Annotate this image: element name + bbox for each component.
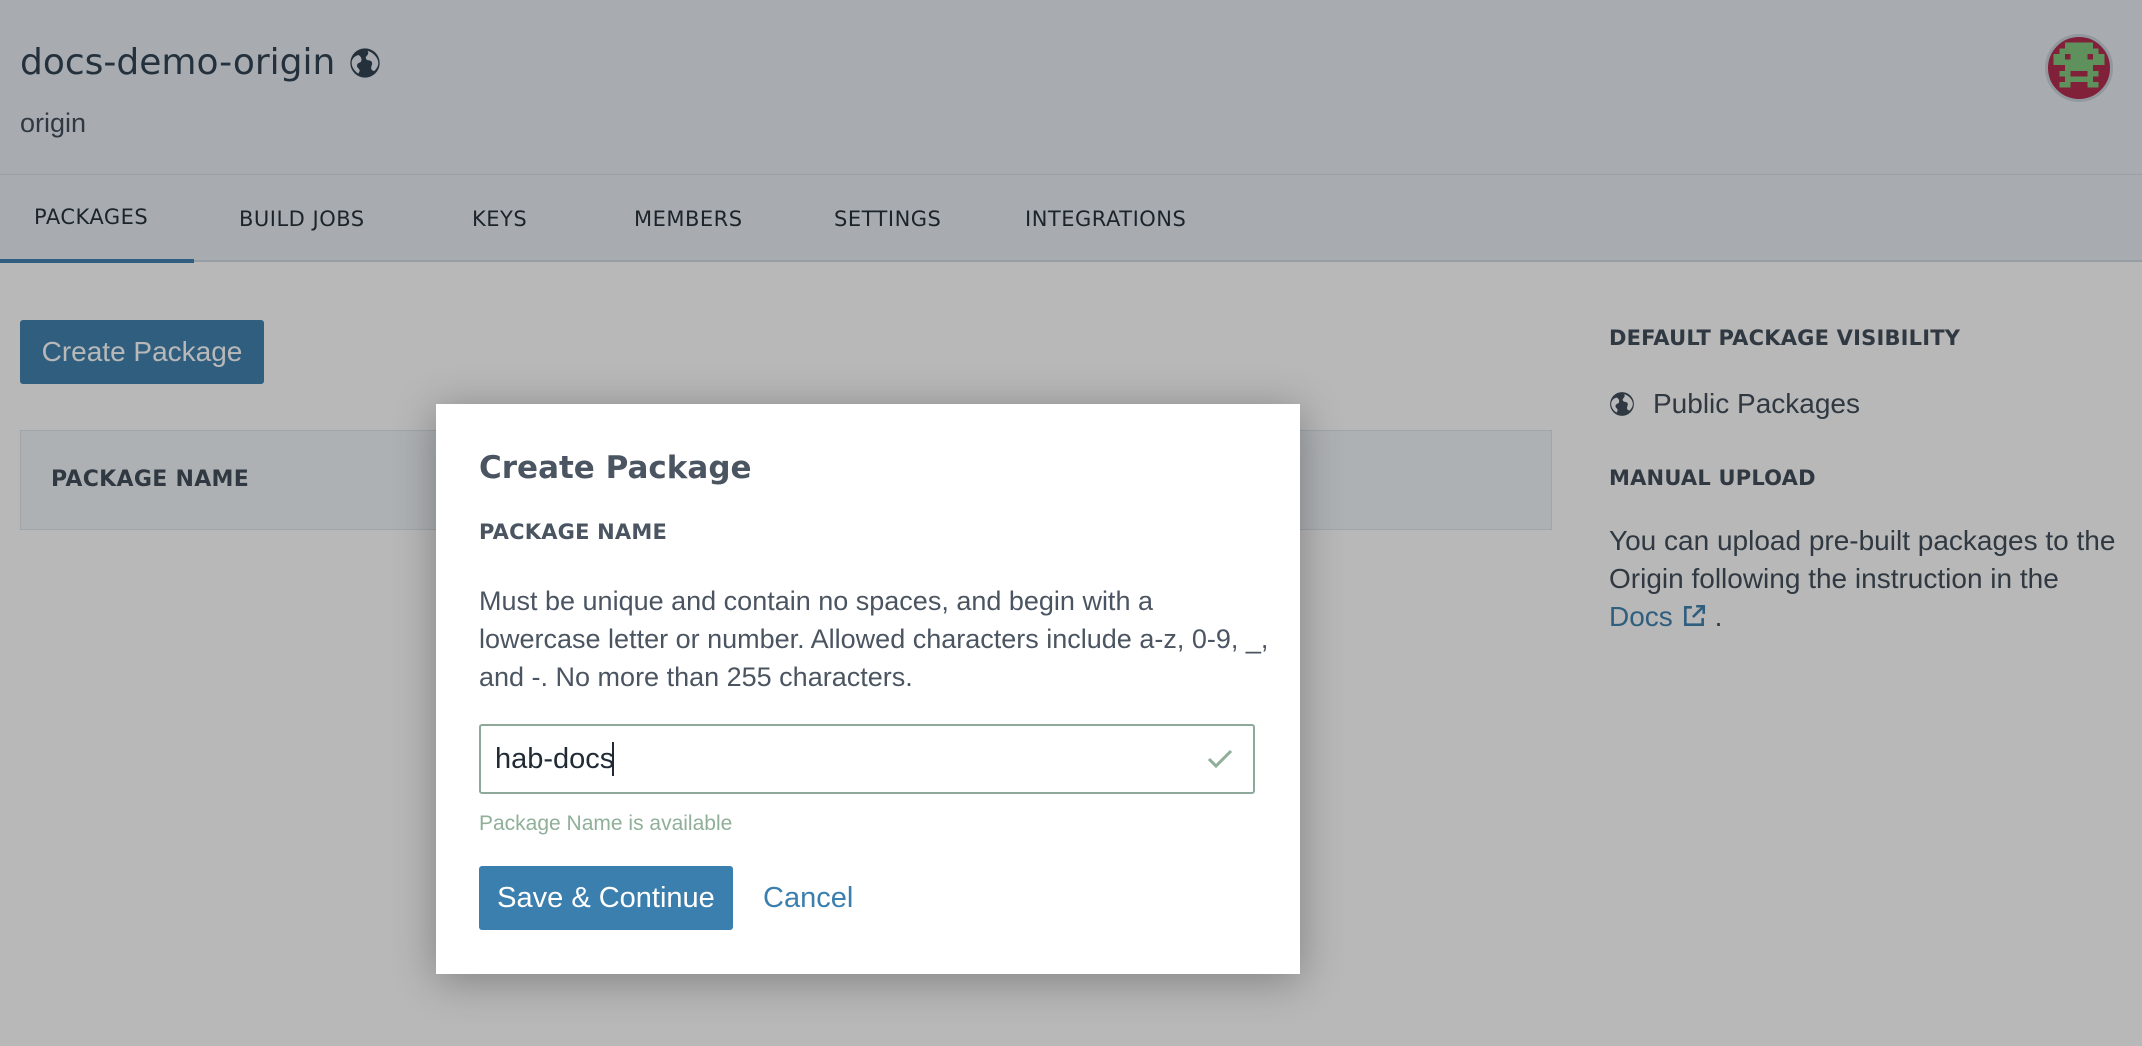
- package-name-input[interactable]: [495, 726, 1175, 792]
- validation-message: Package Name is available: [479, 812, 733, 835]
- package-name-field: [479, 724, 1255, 794]
- checkmark-icon: [1207, 749, 1233, 769]
- package-name-help-text: Must be unique and contain no spaces, an…: [479, 586, 1269, 692]
- cancel-link[interactable]: Cancel: [763, 882, 853, 915]
- package-name-label: PACKAGE NAME: [479, 520, 668, 544]
- dialog-title: Create Package: [479, 450, 752, 486]
- save-continue-button[interactable]: Save & Continue: [479, 866, 733, 930]
- text-cursor: [612, 742, 614, 776]
- create-package-dialog: Create Package PACKAGE NAME Must be uniq…: [436, 404, 1300, 974]
